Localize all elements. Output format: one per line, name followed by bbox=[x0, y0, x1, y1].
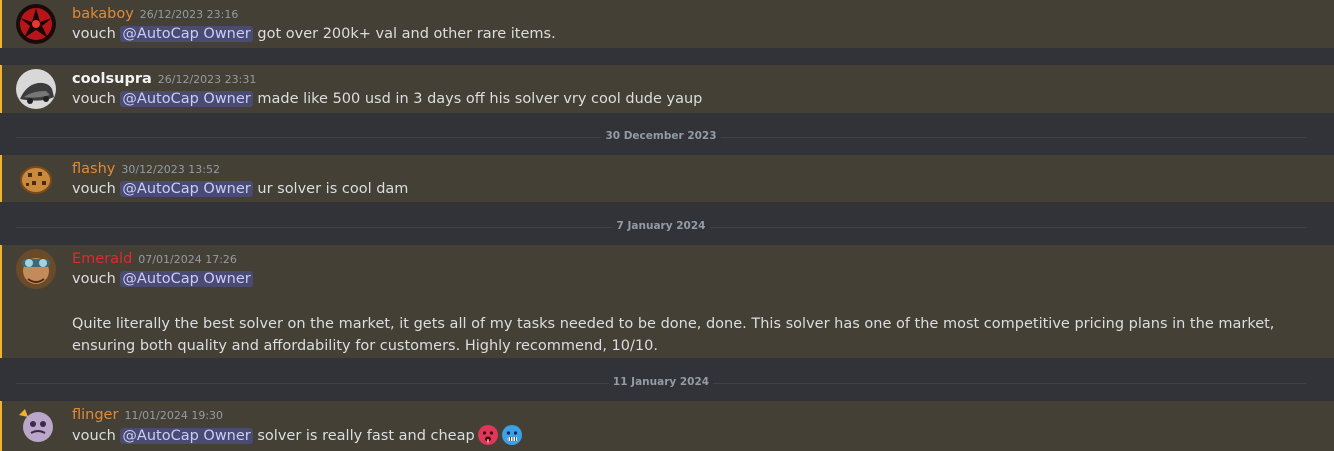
message-item: flashy 30/12/2023 13:52 vouch @AutoCap Ow… bbox=[0, 155, 1334, 202]
avatar[interactable] bbox=[16, 249, 56, 289]
message-content: vouch @AutoCap Owner got over 200k+ val … bbox=[72, 23, 1294, 45]
date-divider: 7 January 2024 bbox=[16, 220, 1306, 232]
user-mention[interactable]: @AutoCap Owner bbox=[120, 271, 253, 287]
user-mention[interactable]: @AutoCap Owner bbox=[120, 26, 253, 42]
user-mention[interactable]: @AutoCap Owner bbox=[120, 428, 253, 444]
timestamp: 26/12/2023 23:31 bbox=[157, 73, 257, 86]
chat-messages: bakaboy 26/12/2023 23:16 vouch @AutoCap O… bbox=[0, 0, 1334, 451]
username[interactable]: coolsupra bbox=[72, 71, 152, 87]
message-item: coolsupra 26/12/2023 23:31 vouch @AutoCap… bbox=[0, 65, 1334, 113]
username[interactable]: bakaboy bbox=[72, 6, 134, 22]
message-text: ur solver is cool dam bbox=[252, 181, 409, 197]
timestamp: 07/01/2024 17:26 bbox=[138, 253, 237, 266]
user-mention[interactable]: @AutoCap Owner bbox=[120, 91, 253, 107]
message-paragraph: Quite literally the best solver on the m… bbox=[72, 316, 1275, 354]
timestamp: 11/01/2024 19:30 bbox=[124, 409, 224, 422]
message-item: Emerald 07/01/2024 17:26 vouch @AutoCap O… bbox=[0, 245, 1334, 358]
message-item: bakaboy 26/12/2023 23:16 vouch @AutoCap O… bbox=[0, 0, 1334, 48]
message-content: vouch @AutoCap Owner ur solver is cool d… bbox=[72, 178, 1294, 200]
avatar[interactable] bbox=[16, 405, 56, 445]
message-prefix: vouch bbox=[72, 271, 121, 287]
avatar[interactable] bbox=[16, 69, 56, 109]
username[interactable]: flashy bbox=[72, 161, 115, 177]
message-text: made like 500 usd in 3 days off his solv… bbox=[252, 91, 703, 107]
timestamp: 30/12/2023 13:52 bbox=[121, 163, 220, 176]
avatar[interactable] bbox=[16, 159, 56, 199]
date-divider: 11 January 2024 bbox=[16, 376, 1306, 388]
timestamp: 26/12/2023 23:16 bbox=[139, 8, 239, 21]
message-prefix: vouch bbox=[72, 181, 121, 197]
message-content: vouch @AutoCap Owner made like 500 usd i… bbox=[72, 88, 1294, 110]
message-text: got over 200k+ val and other rare items. bbox=[252, 26, 556, 42]
username[interactable]: flinger bbox=[72, 407, 118, 423]
date-divider-label: 7 January 2024 bbox=[612, 220, 710, 232]
date-divider: 30 December 2023 bbox=[16, 130, 1306, 142]
username[interactable]: Emerald bbox=[72, 251, 132, 267]
date-divider-label: 30 December 2023 bbox=[601, 130, 721, 142]
message-text: solver is really fast and cheap bbox=[252, 428, 475, 444]
message-prefix: vouch bbox=[72, 428, 121, 444]
message-prefix: vouch bbox=[72, 91, 121, 107]
cold-face-emoji[interactable] bbox=[501, 424, 523, 446]
message-prefix: vouch bbox=[72, 26, 121, 42]
hot-face-emoji[interactable] bbox=[477, 424, 499, 446]
date-divider-label: 11 January 2024 bbox=[608, 376, 714, 388]
message-content: vouch @AutoCap Owner solver is really fa… bbox=[72, 424, 1294, 447]
message-item: flinger 11/01/2024 19:30 vouch @AutoCap O… bbox=[0, 401, 1334, 451]
avatar[interactable] bbox=[16, 4, 56, 44]
user-mention[interactable]: @AutoCap Owner bbox=[120, 181, 253, 197]
message-content: vouch @AutoCap Owner bbox=[72, 268, 1294, 290]
